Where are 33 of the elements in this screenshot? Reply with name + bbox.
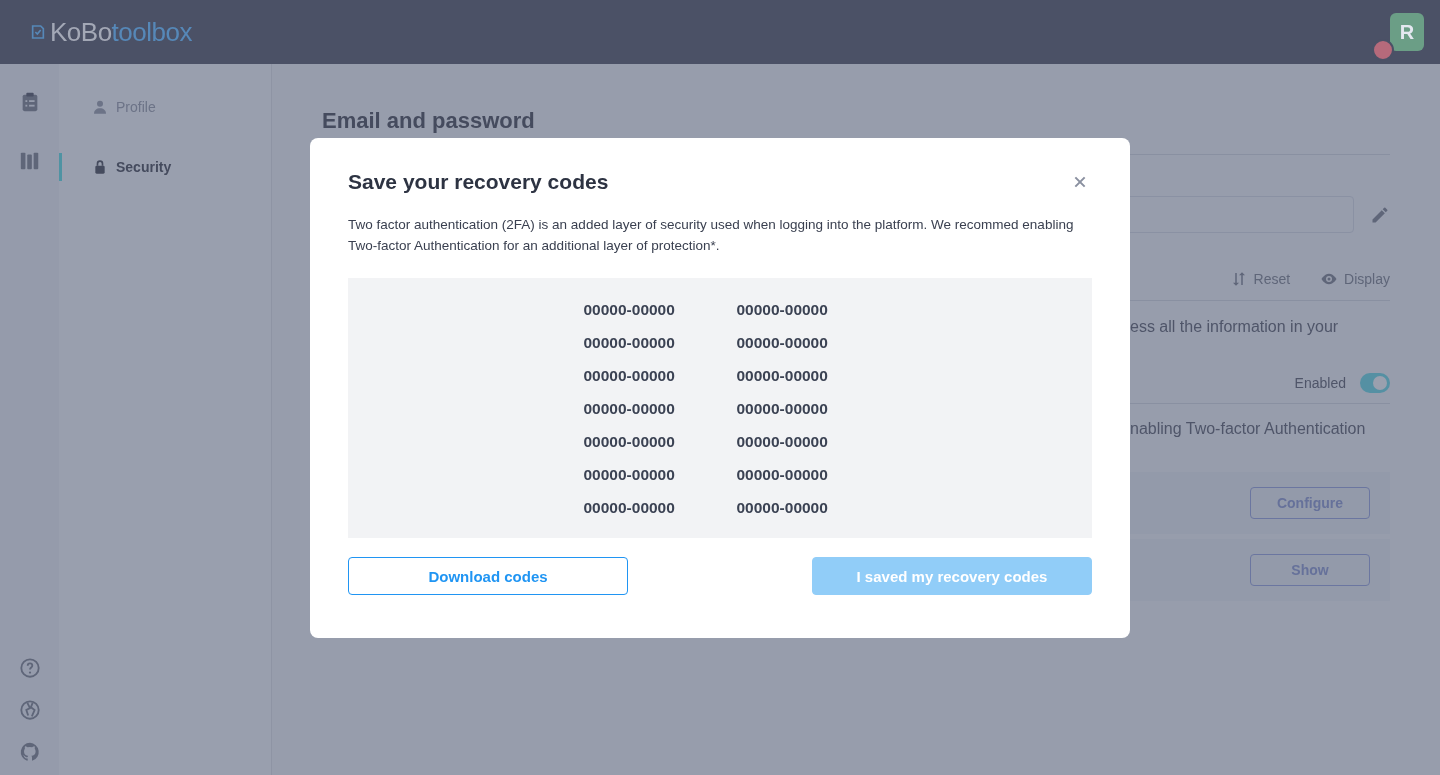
github-icon [18,741,41,763]
reset-link[interactable]: Reset [1253,271,1291,287]
section-heading: Email and password [322,108,536,134]
recovery-code: 00000-00000 [583,332,676,353]
modal-title: Save your recovery codes [348,170,609,194]
recovery-code: 00000-00000 [736,365,829,386]
recovery-code: 00000-00000 [583,464,676,485]
status-dot [1372,39,1394,61]
help-icon [18,657,41,679]
lock-icon [92,159,108,175]
twofa-text: nabling Two-factor Authentication [1130,419,1366,438]
logo[interactable]: KoBotoolbox [50,16,192,48]
person-icon [92,99,108,115]
recovery-code: 00000-00000 [583,365,676,386]
recovery-code: 00000-00000 [736,398,829,419]
recovery-code: 00000-00000 [583,299,676,320]
close-icon [1072,174,1088,190]
recovery-code: 00000-00000 [583,431,676,452]
display-link[interactable]: Display [1344,271,1390,287]
nav-item[interactable]: Security [59,153,271,181]
recovery-code: 00000-00000 [736,332,829,353]
recovery-code: 00000-00000 [583,398,676,419]
recovery-code: 00000-00000 [736,431,829,452]
user-avatar[interactable]: R [1390,13,1424,51]
info-text: ess all the information in your [1130,317,1339,336]
modal-description: Two factor authentication (2FA) is an added layer of security used when logging into the platform. We recommed enabling Two-factor Authentication for an additional layer of protection*. [348,216,1075,255]
recovery-code: 00000-00000 [583,497,676,518]
download-button[interactable]: Download codes [348,557,628,595]
toggle-switch[interactable] [1360,373,1390,393]
recovery-code: 00000-00000 [736,497,829,518]
status-label: Enabled [1294,375,1346,391]
recovery-code: 00000-00000 [736,464,829,485]
recovery-code: 00000-00000 [736,299,829,320]
